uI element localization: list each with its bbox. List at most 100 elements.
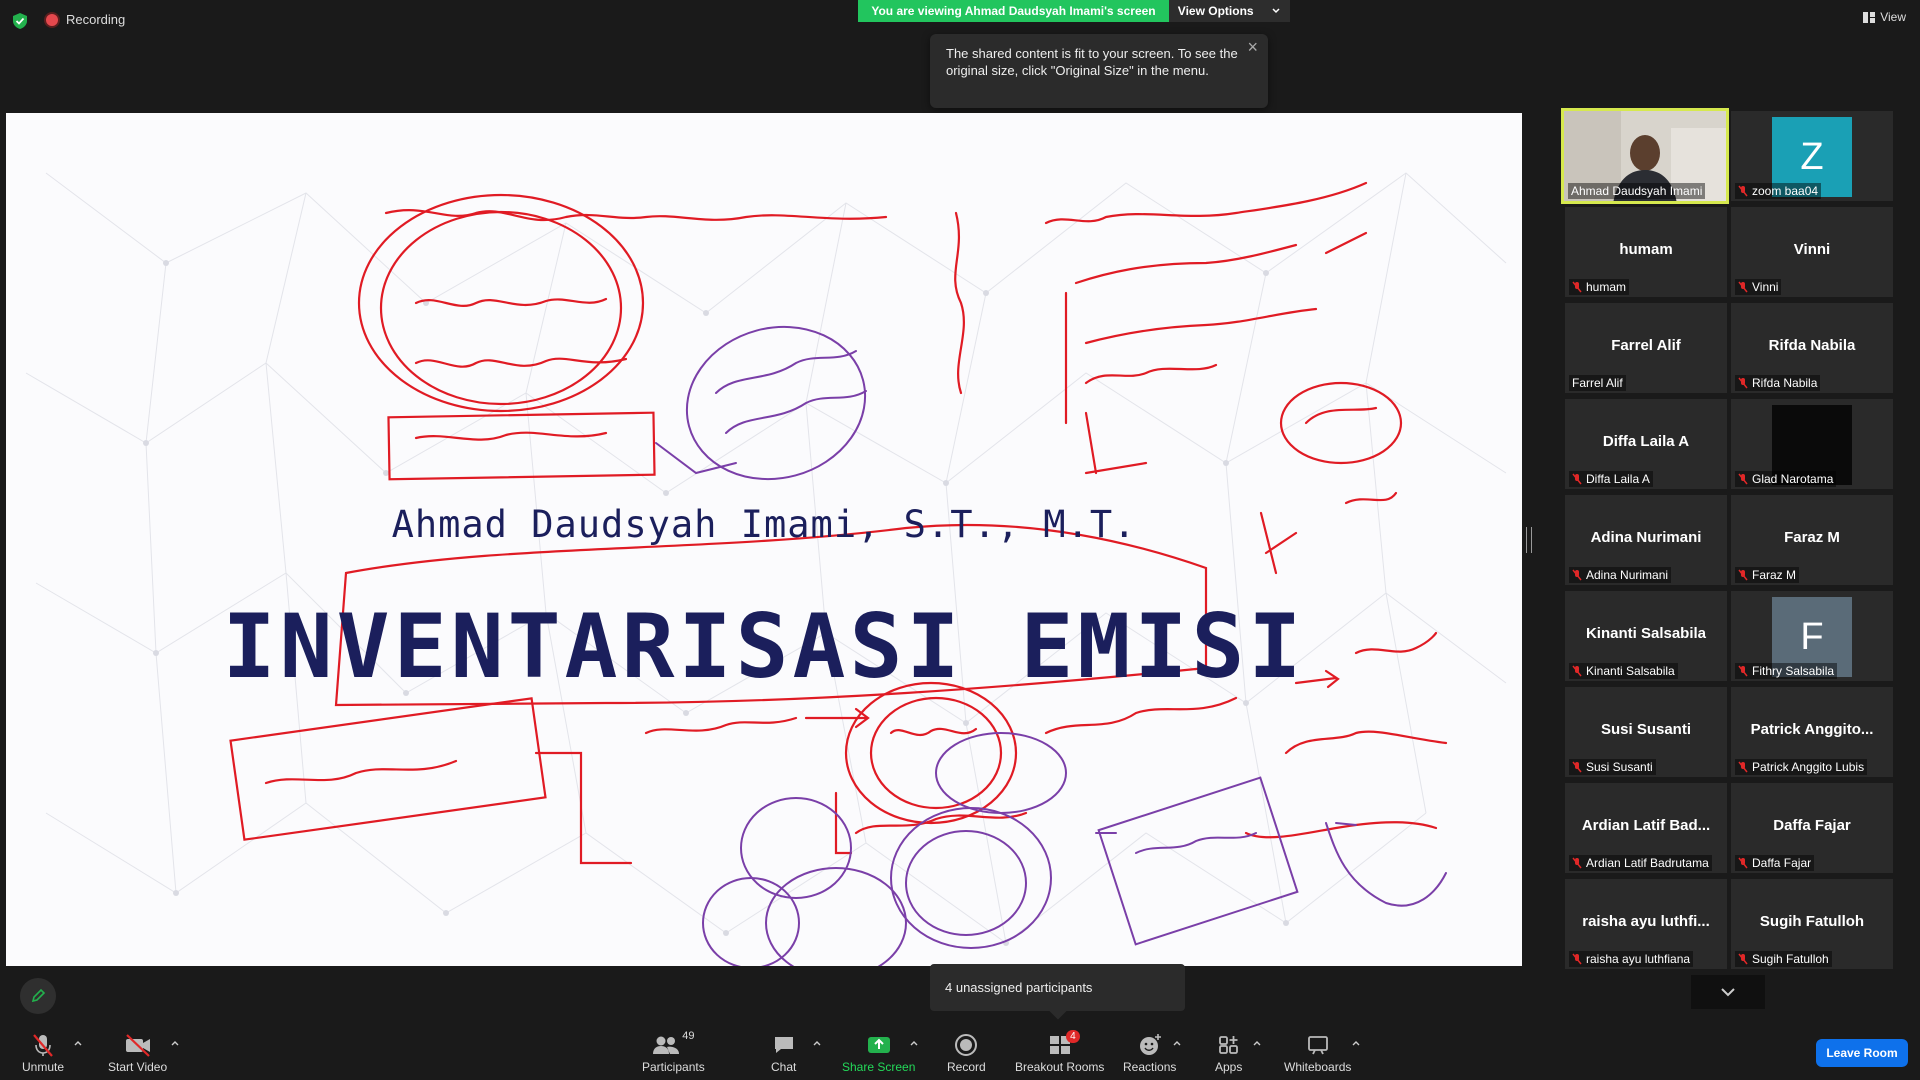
participant-tile[interactable]: Susi Susanti Susi Susanti xyxy=(1565,687,1727,777)
participant-tile[interactable]: Ardian Latif Bad... Ardian Latif Badruta… xyxy=(1565,783,1727,873)
participant-tile[interactable]: raisha ayu luthfi... raisha ayu luthfian… xyxy=(1565,879,1727,969)
breakout-rooms-label: Breakout Rooms xyxy=(1015,1060,1105,1074)
participant-tile[interactable]: Patrick Anggito... Patrick Anggito Lubis xyxy=(1731,687,1893,777)
whiteboards-label: Whiteboards xyxy=(1284,1060,1352,1074)
tooltip-text: The shared content is fit to your screen… xyxy=(946,46,1238,78)
apps-options-caret-icon[interactable] xyxy=(1252,1038,1262,1048)
close-icon[interactable]: × xyxy=(1247,38,1258,56)
chat-button[interactable]: Chat xyxy=(771,1030,796,1074)
share-options-caret-icon[interactable] xyxy=(909,1038,919,1048)
participant-tile[interactable]: Diffa Laila A Diffa Laila A xyxy=(1565,399,1727,489)
participant-display-name: Diffa Laila A xyxy=(1602,433,1690,450)
muted-mic-icon xyxy=(1572,281,1582,293)
participant-tile[interactable]: Rifda Nabila Rifda Nabila xyxy=(1731,303,1893,393)
viewing-screen-banner: You are viewing Ahmad Daudsyah Imami's s… xyxy=(858,0,1169,22)
participant-tile[interactable]: Z zoom baa04 xyxy=(1731,111,1893,201)
chat-options-caret-icon[interactable] xyxy=(812,1038,822,1048)
unmute-button[interactable]: Unmute xyxy=(22,1030,64,1074)
security-shield-icon[interactable] xyxy=(12,12,28,30)
participant-display-name: Farrel Alif xyxy=(1611,337,1681,354)
participant-name-label: Adina Nurimani xyxy=(1569,567,1672,583)
reactions-label: Reactions xyxy=(1123,1060,1177,1074)
participant-tile[interactable]: Faraz M Faraz M xyxy=(1731,495,1893,585)
participant-name-label: Susi Susanti xyxy=(1569,759,1656,775)
view-options-button[interactable]: View Options xyxy=(1169,0,1290,22)
muted-mic-icon xyxy=(1572,857,1582,869)
participant-tile[interactable]: Kinanti Salsabila Kinanti Salsabila xyxy=(1565,591,1727,681)
participants-button[interactable]: 49 Participants xyxy=(642,1030,705,1074)
participant-tile[interactable]: humam humam xyxy=(1565,207,1727,297)
participant-display-name: Sugih Fatulloh xyxy=(1759,913,1865,930)
participant-display-name: Ardian Latif Bad... xyxy=(1581,817,1711,834)
reactions-button[interactable]: Reactions xyxy=(1123,1030,1176,1074)
muted-mic-icon xyxy=(1738,953,1748,965)
start-video-button[interactable]: Start Video xyxy=(108,1030,167,1074)
participant-name-label: Ardian Latif Badrutama xyxy=(1569,855,1712,871)
participant-display-name: Faraz M xyxy=(1784,529,1840,546)
share-screen-label: Share Screen xyxy=(842,1060,916,1074)
participant-tile[interactable]: Adina Nurimani Adina Nurimani xyxy=(1565,495,1727,585)
apps-button[interactable]: Apps xyxy=(1215,1030,1242,1074)
participant-tile[interactable]: Glad Narotama xyxy=(1731,399,1893,489)
share-screen-button[interactable]: Share Screen xyxy=(842,1030,915,1074)
recording-indicator[interactable]: Recording xyxy=(46,12,125,27)
view-options-label: View Options xyxy=(1177,4,1254,18)
whiteboards-options-caret-icon[interactable] xyxy=(1351,1038,1361,1048)
audio-options-caret-icon[interactable] xyxy=(73,1038,83,1048)
participants-label: Participants xyxy=(642,1060,705,1074)
fit-to-screen-tooltip: The shared content is fit to your screen… xyxy=(930,34,1268,108)
breakout-rooms-button[interactable]: 4 Breakout Rooms xyxy=(1015,1030,1104,1074)
chevron-down-icon xyxy=(1721,988,1735,997)
muted-mic-icon xyxy=(1572,953,1582,965)
whiteboards-button[interactable]: Whiteboards xyxy=(1284,1030,1351,1074)
muted-mic-icon xyxy=(1738,857,1748,869)
participant-tile[interactable]: Vinni Vinni xyxy=(1731,207,1893,297)
annotate-button[interactable] xyxy=(20,978,56,1014)
participant-display-name: Rifda Nabila xyxy=(1768,337,1856,354)
participant-display-name: Susi Susanti xyxy=(1600,721,1692,738)
participant-name-label: Vinni xyxy=(1735,279,1782,295)
gallery-next-page-button[interactable] xyxy=(1691,975,1765,1009)
participant-name-label: Glad Narotama xyxy=(1735,471,1837,487)
muted-mic-icon xyxy=(1738,761,1748,773)
participant-name-label: Rifda Nabila xyxy=(1735,375,1821,391)
leave-room-button[interactable]: Leave Room xyxy=(1816,1039,1908,1067)
unassigned-participants-text: 4 unassigned participants xyxy=(945,980,1093,995)
chat-icon xyxy=(774,1037,793,1053)
participant-tile[interactable]: Sugih Fatulloh Sugih Fatulloh xyxy=(1731,879,1893,969)
participant-tile[interactable]: Ahmad Daudsyah Imami xyxy=(1561,108,1729,204)
video-options-caret-icon[interactable] xyxy=(170,1038,180,1048)
chevron-down-icon xyxy=(1272,8,1280,14)
chat-label: Chat xyxy=(771,1060,797,1074)
participant-tile[interactable]: Farrel Alif Farrel Alif xyxy=(1565,303,1727,393)
view-layout-button[interactable]: View xyxy=(1863,10,1906,24)
participant-name-label: zoom baa04 xyxy=(1735,183,1822,199)
muted-mic-icon xyxy=(1738,569,1748,581)
participant-name-label: Patrick Anggito Lubis xyxy=(1735,759,1868,775)
recording-dot-icon xyxy=(46,13,58,26)
participant-tile[interactable]: Daffa Fajar Daffa Fajar xyxy=(1731,783,1893,873)
record-button[interactable]: Record xyxy=(947,1030,986,1074)
participant-name-label: Daffa Fajar xyxy=(1735,855,1815,871)
panel-resize-handle[interactable] xyxy=(1526,527,1532,553)
participant-tile[interactable]: F Fithry Salsabila xyxy=(1731,591,1893,681)
participant-display-name: raisha ayu luthfi... xyxy=(1582,913,1710,930)
participant-name-label: Faraz M xyxy=(1735,567,1800,583)
participant-name-label: Ahmad Daudsyah Imami xyxy=(1568,183,1706,199)
unassigned-participants-popup[interactable]: 4 unassigned participants xyxy=(930,964,1185,1020)
participant-display-name: Adina Nurimani xyxy=(1590,529,1702,546)
muted-microphone-icon xyxy=(33,1034,53,1057)
muted-mic-icon xyxy=(1738,281,1748,293)
reactions-options-caret-icon[interactable] xyxy=(1172,1038,1182,1048)
shared-screen-slide: Ahmad Daudsyah Imami, S.T., M.T. INVENTA… xyxy=(6,113,1522,966)
muted-mic-icon xyxy=(1572,569,1582,581)
recording-label: Recording xyxy=(66,12,126,27)
record-icon xyxy=(955,1034,978,1056)
slide-author: Ahmad Daudsyah Imami, S.T., M.T. xyxy=(391,503,1137,546)
participant-display-name: Kinanti Salsabila xyxy=(1585,625,1707,642)
muted-mic-icon xyxy=(1572,665,1582,677)
participant-name-label: Farrel Alif xyxy=(1569,375,1626,391)
participant-display-name: Daffa Fajar xyxy=(1773,817,1851,834)
participants-icon xyxy=(653,1036,680,1054)
participants-count: 49 xyxy=(682,1030,695,1042)
